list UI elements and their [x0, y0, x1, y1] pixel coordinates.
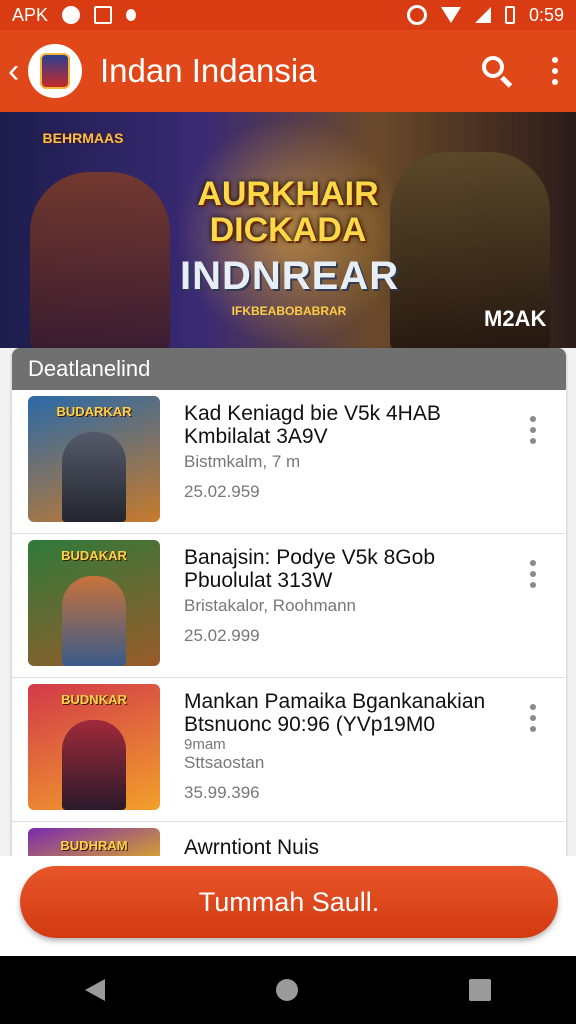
item-text: Awrntiont Nuis: [184, 836, 566, 856]
thumbnail-label: BUDARKAR: [56, 404, 132, 419]
thumbnail-label: BUDNKAR: [61, 692, 127, 707]
item-date: 25.02.959: [184, 482, 260, 501]
thumbnail-figure: [62, 576, 126, 666]
item-meta: Bistmkalm, 7 m: [184, 452, 301, 471]
item-overflow-menu-icon[interactable]: [530, 704, 536, 732]
game-thumbnail: BUDAKAR: [28, 540, 160, 666]
item-overflow-menu-icon[interactable]: [530, 416, 536, 444]
item-title: Mankan Pamaika Bgankanakian: [184, 690, 486, 713]
list-item[interactable]: BUDARKAR Kad Keniagd bie V5k 4HAB Kmbila…: [12, 390, 566, 534]
item-meta: Bristakalor, Roohmann: [184, 596, 356, 615]
clock-label: 0:59: [528, 4, 564, 25]
overflow-menu-icon[interactable]: [548, 57, 562, 85]
nav-home-icon[interactable]: [275, 979, 298, 1001]
notification-dot-icon: [62, 6, 81, 24]
item-text: Banajsin: Podye V5k 8Gob Pbuolulat 313W …: [184, 546, 566, 646]
item-subtitle: Pbuolulat 313W: [184, 569, 333, 592]
search-icon[interactable]: [480, 54, 514, 88]
notification-small-icon: [126, 9, 137, 21]
nav-recents-icon[interactable]: [468, 979, 491, 1001]
item-meta-secondary: Sttsaostan: [184, 753, 265, 772]
app-bar: ‹ Indan Indansia: [0, 30, 576, 112]
status-bar: APK 0:59: [0, 0, 576, 30]
banner-badge: BEHRMAAS: [42, 130, 124, 146]
item-date: 35.99.396: [184, 783, 260, 802]
notification-app-icon: [94, 6, 113, 24]
game-thumbnail: BUDNKAR: [28, 684, 160, 810]
signal-icon: [474, 7, 491, 23]
system-nav-bar: [0, 956, 576, 1024]
promo-banner[interactable]: BEHRMAAS AURKHAIR DICKADA INDNREAR IFKBE…: [0, 112, 576, 348]
game-thumbnail: BUDARKAR: [28, 396, 160, 522]
item-meta: 9mam: [184, 736, 226, 753]
item-title: Kad Keniagd bie V5k 4HAB: [184, 402, 441, 425]
nav-back-icon[interactable]: [85, 979, 106, 1001]
app-logo-emblem-icon: [40, 53, 70, 89]
list-header: Deatlanelind: [12, 348, 566, 390]
banner-tagline: IFKBEABOBABRAR: [231, 304, 347, 318]
download-list: Deatlanelind BUDARKAR Kad Keniagd bie V5…: [12, 348, 566, 856]
battery-icon: [504, 6, 515, 24]
item-title: Awrntiont Nuis: [184, 836, 320, 856]
back-arrow-icon[interactable]: ‹: [8, 54, 26, 88]
banner-hero-left-figure: [30, 172, 170, 348]
banner-brand-logo: M2AK: [484, 306, 547, 331]
app-logo: [28, 44, 82, 98]
item-subtitle: Kmbilalat 3A9V: [184, 425, 328, 448]
thumbnail-label: BUDHRAM: [60, 838, 128, 853]
game-thumbnail: BUDHRAM: [28, 828, 160, 856]
item-title: Banajsin: Podye V5k 8Gob: [184, 546, 435, 569]
wifi-icon: [440, 7, 461, 23]
alarm-icon: [406, 5, 427, 25]
thumbnail-label: BUDAKAR: [61, 548, 127, 563]
list-item[interactable]: BUDAKAR Banajsin: Podye V5k 8Gob Pbuolul…: [12, 534, 566, 678]
item-subtitle: Btsnuonc 90:96 (YVp19M0: [184, 713, 435, 736]
banner-subtitle: INDNREAR: [180, 254, 400, 298]
item-text: Kad Keniagd bie V5k 4HAB Kmbilalat 3A9V …: [184, 402, 566, 502]
item-date: 25.02.999: [184, 626, 260, 645]
carrier-label: APK: [12, 4, 49, 25]
app-title: Indan Indansia: [100, 52, 317, 89]
list-item[interactable]: BUDHRAM Awrntiont Nuis: [12, 822, 566, 856]
thumbnail-figure: [62, 720, 126, 810]
banner-title: AURKHAIR DICKADA: [197, 175, 379, 249]
item-text: Mankan Pamaika Bgankanakian Btsnuonc 90:…: [184, 690, 566, 803]
item-overflow-menu-icon[interactable]: [530, 560, 536, 588]
list-item[interactable]: BUDNKAR Mankan Pamaika Bgankanakian Btsn…: [12, 678, 566, 822]
primary-action-button[interactable]: Tummah Saull.: [20, 866, 558, 938]
thumbnail-figure: [62, 432, 126, 522]
